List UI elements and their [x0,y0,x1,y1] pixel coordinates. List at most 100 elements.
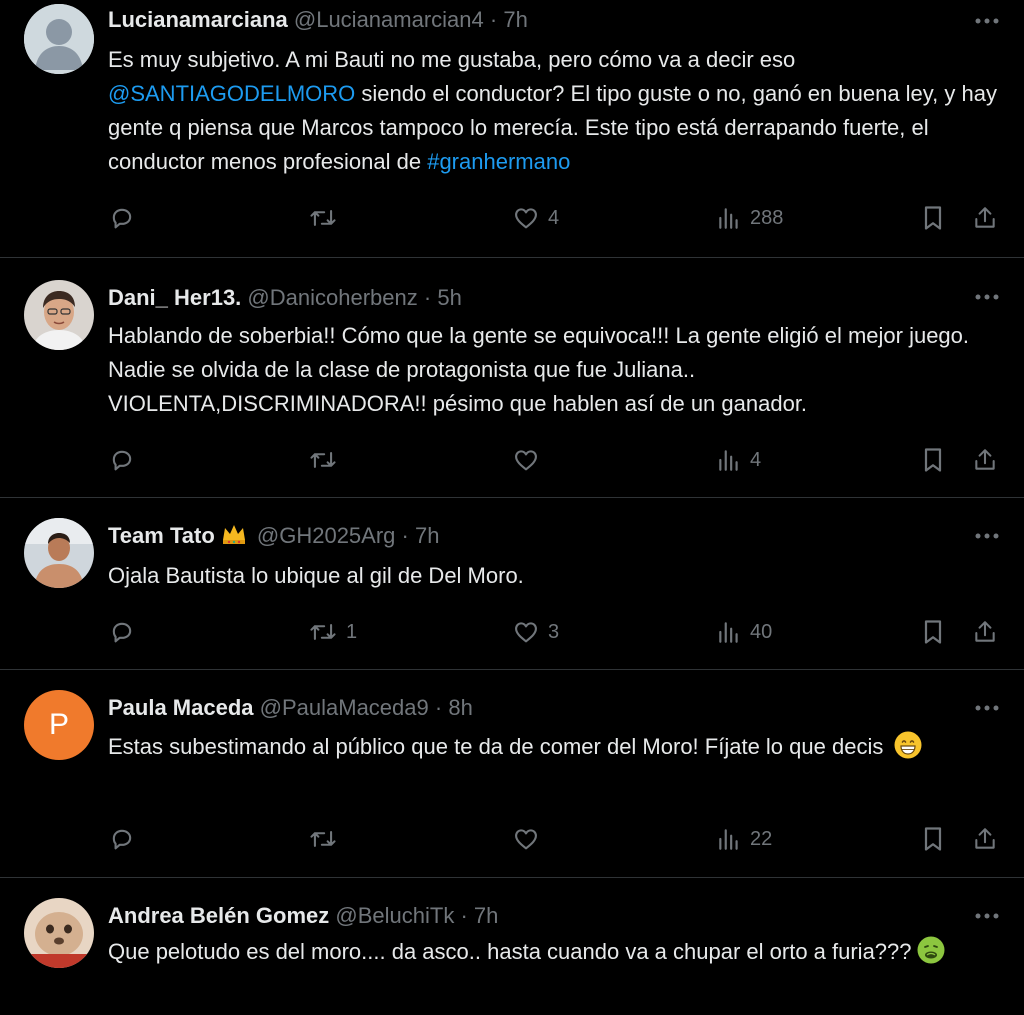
tweet-actions: 22 [108,824,1008,854]
view-count: 22 [750,827,773,850]
more-icon[interactable] [972,11,1002,31]
retweet-button[interactable] [308,824,346,854]
separator: · [489,7,498,32]
share-button[interactable] [972,824,998,854]
display-name[interactable]: Paula Maceda [108,695,254,720]
bookmark-icon [924,448,942,472]
views-button[interactable]: 40 [716,617,772,647]
more-icon[interactable] [972,698,1002,718]
reply-icon [112,208,132,229]
reply-icon [112,622,132,643]
bookmark-button[interactable] [920,203,946,233]
more-icon[interactable] [972,526,1002,546]
tweet-header: Paula Maceda @PaulaMaceda9 · 8h [108,694,964,722]
display-name[interactable]: Team Tato [108,523,215,548]
handle[interactable]: @GH2025Arg [257,523,396,548]
display-name[interactable]: Lucianamarciana [108,7,288,32]
reply-icon [112,450,132,471]
default-avatar-icon [24,4,94,74]
photo-avatar-icon [24,280,94,350]
tweet-text: Ojala Bautista lo ubique al gil de Del M… [108,563,524,588]
retweet-button[interactable] [308,203,346,233]
like-button[interactable]: 4 [512,203,559,233]
avatar[interactable]: P [24,690,94,760]
handle[interactable]: @BeluchiTk [335,903,454,928]
like-button[interactable]: 3 [512,617,559,647]
tweet-actions: 4 [108,445,1008,475]
photo-avatar-icon [24,898,94,968]
handle[interactable]: @Danicoherbenz [247,285,417,310]
avatar[interactable] [24,280,94,350]
avatar[interactable] [24,898,94,968]
retweet-icon [310,452,336,468]
tweet[interactable]: Lucianamarciana @Lucianamarcian4 · 7h Es… [0,0,1024,258]
timestamp[interactable]: 7h [503,7,527,32]
tweet-text: Que pelotudo es del moro.... da asco.. h… [108,935,1008,969]
avatar[interactable] [24,4,94,74]
tweet-actions: 4 288 [108,203,1008,233]
like-button[interactable] [512,824,548,854]
separator: · [423,285,432,310]
nauseated-face-emoji [916,935,946,965]
tweet[interactable]: P Paula Maceda @PaulaMaceda9 · 8h Estas … [0,670,1024,878]
tweet-text: Hablando de soberbia!! Cómo que la gente… [108,323,970,416]
timestamp[interactable]: 8h [448,695,472,720]
tweet[interactable]: Andrea Belén Gomez @BeluchiTk · 7h Que p… [0,878,1024,1015]
separator: · [401,523,409,548]
reply-button[interactable] [108,203,144,233]
tweet-text-part: Que pelotudo es del moro.... da asco.. h… [108,939,912,964]
like-count: 4 [548,206,560,229]
tweet[interactable]: Team Tato @GH2025Arg · 7h Ojala Bautista… [0,498,1024,670]
views-icon [719,622,738,643]
retweet-button[interactable] [308,445,346,475]
share-button[interactable] [972,203,998,233]
reply-button[interactable] [108,445,144,475]
handle[interactable]: @Lucianamarcian4 [294,7,484,32]
tweet-text: Es muy subjetivo. A mi Bauti no me gusta… [108,43,1008,179]
timestamp[interactable]: 5h [437,285,461,310]
tweet-text-part: Estas subestimando al público que te da … [108,734,884,759]
avatar[interactable] [24,518,94,588]
views-button[interactable]: 22 [716,824,772,854]
view-count: 288 [750,206,784,229]
retweet-button[interactable]: 1 [308,617,357,647]
views-icon [719,208,738,229]
like-button[interactable] [512,445,548,475]
crown-emoji [221,522,247,553]
reply-button[interactable] [108,824,144,854]
share-icon [975,621,995,642]
display-name[interactable]: Andrea Belén Gomez [108,903,329,928]
timestamp[interactable]: 7h [415,523,439,548]
tweet[interactable]: Dani_ Her13. @Danicoherbenz · 5h Habland… [0,258,1024,498]
more-icon[interactable] [972,287,1002,307]
photo-avatar-icon [24,518,94,588]
heart-icon [515,829,537,850]
bookmark-button[interactable] [920,445,946,475]
reply-button[interactable] [108,617,144,647]
reply-icon [112,829,132,850]
separator: · [434,695,443,720]
share-icon [975,449,995,470]
tweet-header: Dani_ Her13. @Danicoherbenz · 5h [108,284,964,312]
handle[interactable]: @PaulaMaceda9 [260,695,429,720]
timestamp[interactable]: 7h [474,903,498,928]
retweet-icon [310,831,336,847]
share-button[interactable] [972,445,998,475]
view-count: 40 [750,620,773,643]
more-icon[interactable] [972,906,1002,926]
hashtag-link[interactable]: #granhermano [427,149,570,174]
like-count: 3 [548,620,560,643]
tweet-text: Estas subestimando al público que te da … [108,730,1008,764]
tweet-header: Team Tato @GH2025Arg · 7h [108,522,964,550]
bookmark-button[interactable] [920,617,946,647]
tweet-header: Lucianamarciana @Lucianamarcian4 · 7h [108,6,964,34]
views-button[interactable]: 4 [716,445,761,475]
share-button[interactable] [972,617,998,647]
tweet-text-part: Es muy subjetivo. A mi Bauti no me gusta… [108,47,796,72]
views-button[interactable]: 288 [716,203,783,233]
bookmark-button[interactable] [920,824,946,854]
display-name[interactable]: Dani_ Her13. [108,285,241,310]
mention-link[interactable]: @SANTIAGODELMORO [108,81,355,106]
bookmark-icon [924,206,942,230]
retweet-icon [310,624,336,640]
